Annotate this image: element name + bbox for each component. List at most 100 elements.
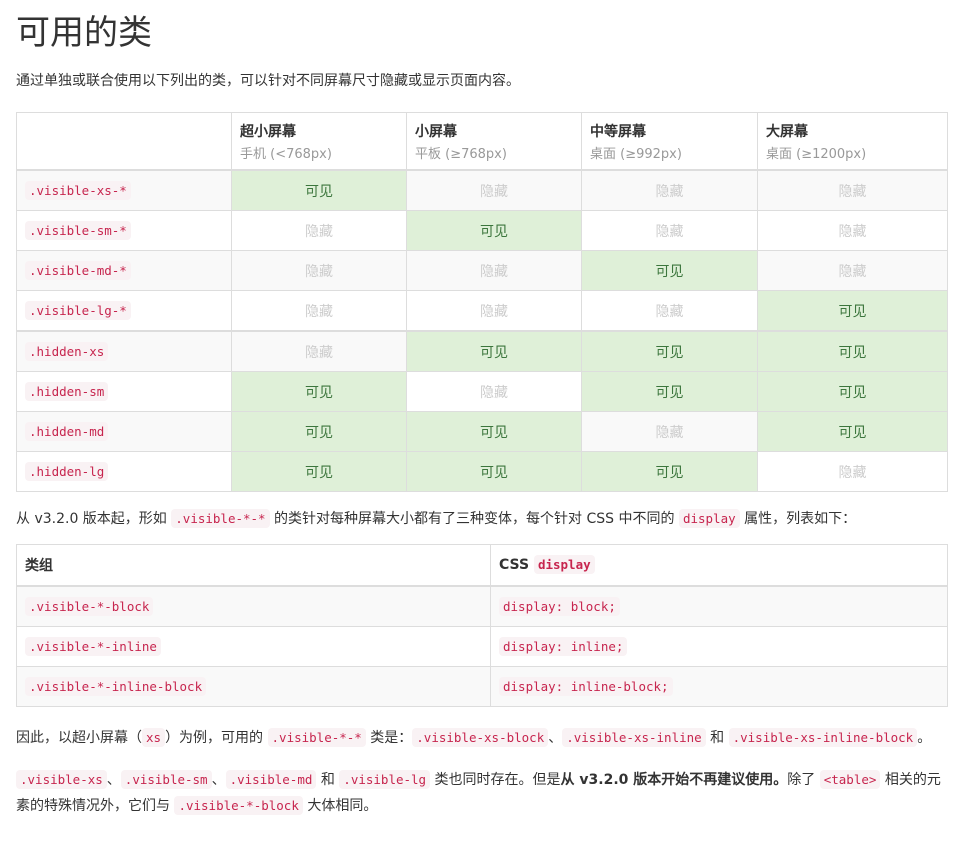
hidden-cell: 隐藏 xyxy=(406,371,582,412)
empty-header xyxy=(16,112,232,171)
inline-code: .visible-lg xyxy=(339,770,431,789)
text: 和 xyxy=(705,730,729,746)
class-cell: .hidden-lg xyxy=(16,451,232,492)
inline-code: .visible-md xyxy=(225,770,317,789)
table-row: .visible-md-* 隐藏 隐藏 可见 隐藏 xyxy=(16,250,948,291)
page-title: 可用的类 xyxy=(16,13,152,53)
inline-code: <table> xyxy=(819,770,881,789)
header-title: 大屏幕 xyxy=(766,123,808,140)
visible-cell: 可见 xyxy=(581,451,758,492)
visible-cell: 可见 xyxy=(757,330,948,372)
class-name: .visible-md-* xyxy=(25,260,131,280)
visible-cell: 可见 xyxy=(757,290,948,332)
hidden-cell: 隐藏 xyxy=(406,250,582,291)
table-row: .hidden-xs 隐藏 可见 可见 可见 xyxy=(16,330,948,372)
inline-code: .visible-*-block xyxy=(174,796,303,815)
display-classes-table: 类组 CSS display .visible-*-block display: … xyxy=(16,544,948,707)
table-row: .visible-sm-* 隐藏 可见 隐藏 隐藏 xyxy=(16,210,948,251)
header-css-display: CSS display xyxy=(490,544,948,587)
class-name: .visible-lg-* xyxy=(25,300,131,320)
css-code: display: block; xyxy=(499,596,620,616)
header-display-code: display xyxy=(533,555,595,574)
text: 类也同时存在。但是 xyxy=(430,772,561,788)
inline-code: .visible-xs-inline xyxy=(562,728,706,747)
table-row: .visible-*-block display: block; xyxy=(16,585,948,627)
hidden-cell: 隐藏 xyxy=(757,169,948,211)
example-paragraph: 因此，以超小屏幕（ xs ）为例，可用的 .visible-*-* 类是： .visi… xyxy=(16,725,947,751)
hidden-cell: 隐藏 xyxy=(231,250,407,291)
deprecation-paragraph: .visible-xs、 .visible-sm、 .visible-md 和 .v… xyxy=(16,767,947,819)
class-name: .hidden-xs xyxy=(25,341,109,361)
class-cell: .hidden-sm xyxy=(16,371,232,412)
visible-cell: 可见 xyxy=(231,451,407,492)
hidden-cell: 隐藏 xyxy=(231,290,407,332)
text: 和 xyxy=(316,772,340,788)
visible-cell: 可见 xyxy=(581,371,758,412)
visible-cell: 可见 xyxy=(231,169,407,211)
visible-cell: 可见 xyxy=(406,210,582,251)
visible-cell: 可见 xyxy=(581,250,758,291)
header-1: 小屏幕平板 (≥768px) xyxy=(406,112,582,171)
text: 类是： xyxy=(365,730,413,746)
hidden-cell: 隐藏 xyxy=(581,411,758,452)
table-row: .visible-*-inline display: inline; xyxy=(16,626,948,667)
hidden-cell: 隐藏 xyxy=(231,210,407,251)
hidden-cell: 隐藏 xyxy=(581,290,758,332)
visible-cell: 可见 xyxy=(581,330,758,372)
class-group-code: .visible-*-inline-block xyxy=(25,676,207,696)
header-subtitle: 桌面 (≥1200px) xyxy=(766,146,867,162)
version-paragraph: 从 v3.2.0 版本起，形如 .visible-*-* 的类针对每种屏幕大小都… xyxy=(16,506,947,532)
header-class-group: 类组 xyxy=(16,544,491,587)
header-title: 超小屏幕 xyxy=(240,123,296,140)
lead-paragraph: 通过单独或联合使用以下列出的类，可以针对不同屏幕尺寸隐藏或显示页面内容。 xyxy=(16,73,520,89)
text: 、 xyxy=(211,772,226,788)
page: 可用的类 通过单独或联合使用以下列出的类，可以针对不同屏幕尺寸隐藏或显示页面内容… xyxy=(0,0,975,819)
class-group-cell: .visible-*-block xyxy=(16,585,491,627)
table-row: .hidden-sm 可见 隐藏 可见 可见 xyxy=(16,371,948,412)
header-3: 大屏幕桌面 (≥1200px) xyxy=(757,112,948,171)
hidden-cell: 隐藏 xyxy=(581,169,758,211)
text: 除了 xyxy=(787,772,820,788)
table-row: .hidden-md 可见 可见 隐藏 可见 xyxy=(16,411,948,452)
inline-code: display xyxy=(678,509,740,528)
inline-code: .visible-xs-inline-block xyxy=(728,728,918,747)
text: 属性，列表如下： xyxy=(739,511,857,527)
header-subtitle: 平板 (≥768px) xyxy=(415,146,507,162)
class-group-code: .visible-*-block xyxy=(25,596,154,616)
header-title: 小屏幕 xyxy=(415,123,457,140)
hidden-cell: 隐藏 xyxy=(757,210,948,251)
text: 大体相同。 xyxy=(302,798,378,814)
css-code: display: inline; xyxy=(499,636,628,656)
visible-cell: 可见 xyxy=(231,411,407,452)
class-cell: .visible-md-* xyxy=(16,250,232,291)
inline-code: .visible-*-* xyxy=(171,509,270,528)
class-name: .hidden-sm xyxy=(25,381,109,401)
inline-code: .visible-sm xyxy=(120,770,212,789)
class-group-cell: .visible-*-inline xyxy=(16,626,491,667)
class-cell: .visible-xs-* xyxy=(16,169,232,211)
visible-cell: 可见 xyxy=(406,411,582,452)
bold-text: 从 v3.2.0 版本开始不再建议使用。 xyxy=(560,772,788,788)
css-code: display: inline-block; xyxy=(499,676,673,696)
header-title: 中等屏幕 xyxy=(590,123,646,140)
text: 、 xyxy=(106,772,121,788)
class-name: .visible-sm-* xyxy=(25,220,131,240)
hidden-cell: 隐藏 xyxy=(406,290,582,332)
css-cell: display: inline-block; xyxy=(490,666,948,707)
visible-cell: 可见 xyxy=(757,371,948,412)
text: 的类针对每种屏幕大小都有了三种变体，每个针对 CSS 中不同的 xyxy=(269,511,679,527)
responsive-classes-table: 超小屏幕 手机 (<768px) 小屏幕 平板 (≥768px) 中等屏幕 桌面 (≥99… xyxy=(16,112,948,492)
table-row: .visible-*-inline-block display: inline-b… xyxy=(16,666,948,707)
class-group-cell: .visible-*-inline-block xyxy=(16,666,491,707)
inline-code: .visible-*-* xyxy=(267,728,366,747)
hidden-cell: 隐藏 xyxy=(406,169,582,211)
class-cell: .hidden-md xyxy=(16,411,232,452)
table-row: .visible-lg-* 隐藏 隐藏 隐藏 可见 xyxy=(16,290,948,332)
text: 从 v3.2.0 版本起，形如 xyxy=(16,511,172,527)
hidden-cell: 隐藏 xyxy=(757,250,948,291)
header-css-label: CSS xyxy=(499,557,534,573)
inline-code: .visible-xs-block xyxy=(412,728,549,747)
css-cell: display: inline; xyxy=(490,626,948,667)
class-cell: .visible-lg-* xyxy=(16,290,232,332)
css-cell: display: block; xyxy=(490,585,948,627)
